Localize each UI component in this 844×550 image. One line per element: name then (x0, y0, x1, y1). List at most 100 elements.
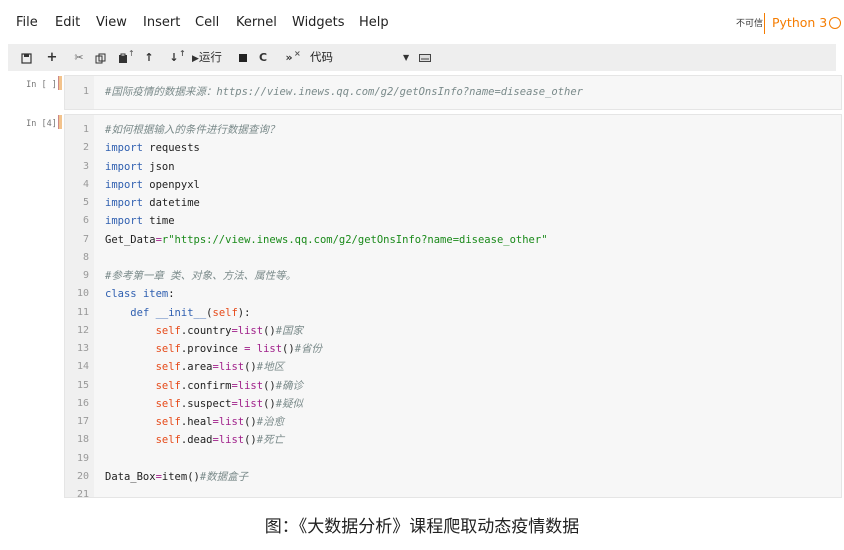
code-editor[interactable]: 1 #如何根据输入的条件进行数据查询？ 2 import requests 3 impor… (64, 114, 842, 498)
code-token: Data_Box (105, 470, 156, 483)
copy-button[interactable] (92, 48, 108, 67)
code-line[interactable]: 6 import time (65, 212, 841, 230)
line-number: 12 (76, 324, 89, 336)
menu-widgets[interactable]: Widgets (292, 15, 345, 30)
code-cell-1[interactable]: In [ ]: 1 #国际疫情的数据来源：https://view.inews.q… (8, 75, 842, 110)
code-line[interactable]: 13 self.province = list()#省份 (65, 340, 841, 358)
cell-type-select[interactable]: 代码 (310, 48, 418, 67)
insert-cell-button[interactable]: + (44, 48, 60, 67)
trust-indicator[interactable]: 不可信 (736, 16, 763, 29)
code-line[interactable]: 10 class item: (65, 285, 841, 303)
save-button[interactable] (18, 48, 34, 67)
code-token: self (155, 324, 181, 337)
menu-view[interactable]: View (96, 15, 127, 30)
save-icon (20, 52, 32, 64)
paste-hint-icon: ↑ (128, 49, 135, 58)
code-line[interactable]: 19 (65, 450, 841, 468)
code-line[interactable]: 9 #参考第一章 类、对象、方法、属性等。 (65, 267, 841, 285)
code-token: item (142, 288, 169, 301)
code-token: __init__ (155, 306, 207, 319)
code-line[interactable]: 14 self.area=list()#地区 (65, 358, 841, 376)
code-text: #如何根据输入的条件进行数据查询？ (105, 121, 279, 139)
code-token: .suspect (180, 397, 232, 410)
code-token: .area (180, 361, 213, 374)
code-line[interactable]: 20 Data_Box=item()#数据盒子 (65, 468, 841, 486)
run-label: 运行 (198, 50, 222, 64)
move-down-button[interactable]: ↓ ↑ (163, 48, 185, 67)
code-token: #数据盒子 (199, 470, 249, 483)
code-token: () (282, 343, 295, 355)
code-line[interactable]: 16 self.suspect=list()#疑似 (65, 395, 841, 413)
code-text: import json (105, 158, 175, 176)
code-token: .province (180, 343, 245, 355)
menu-edit[interactable]: Edit (55, 15, 80, 30)
code-line[interactable]: 8 (65, 249, 841, 267)
code-line[interactable]: 17 self.heal=list()#治愈 (65, 413, 841, 431)
play-icon: ▶ (192, 54, 199, 64)
code-token: self (155, 343, 181, 355)
command-palette-button[interactable] (416, 48, 434, 67)
line-number: 18 (76, 434, 89, 446)
code-line[interactable]: 12 self.country=list()#国家 (65, 322, 841, 340)
line-number: 16 (76, 397, 89, 409)
cell-prompt-marker (58, 76, 62, 90)
code-line[interactable]: 18 self.dead=list()#死亡 (65, 431, 841, 449)
code-line[interactable]: 3 import json (65, 158, 841, 176)
menu-insert[interactable]: Insert (143, 15, 180, 30)
code-text: Get_Data=r"https://view.inews.qq.com/g2/… (105, 231, 548, 249)
restart-button[interactable]: C (256, 48, 270, 67)
move-hint-icon: ↑ (179, 49, 186, 58)
restart-run-hint-icon: × (294, 49, 301, 58)
code-token: #省份 (294, 343, 323, 355)
code-token: import (105, 178, 143, 191)
code-line[interactable]: 7 Get_Data=r"https://view.inews.qq.com/g2… (65, 231, 841, 249)
code-line[interactable]: 11 def __init__(self): (65, 304, 841, 322)
scissors-icon: ✂ (74, 51, 84, 64)
code-text: self.heal=list()#治愈 (105, 413, 285, 431)
code-line[interactable]: 2 import requests (65, 139, 841, 157)
kernel-name[interactable]: Python 3 (772, 15, 827, 30)
copy-icon (95, 53, 105, 63)
code-text: import requests (105, 139, 200, 157)
code-token: #如何根据输入的条件进行数据查询？ (105, 124, 280, 136)
code-token: #参考第一章 类、对象、方法、属性等。 (105, 270, 297, 282)
line-number: 20 (76, 470, 89, 482)
keyboard-icon (419, 54, 431, 62)
line-number: 9 (82, 270, 89, 281)
code-token: list (237, 397, 264, 410)
code-token: () (244, 416, 257, 428)
cut-button[interactable]: ✂ (71, 48, 87, 67)
code-token: import (105, 142, 143, 155)
code-line[interactable]: 5 import datetime (65, 194, 841, 212)
code-line[interactable]: 15 self.confirm=list()#确诊 (65, 377, 841, 395)
code-token: #死亡 (256, 434, 285, 447)
code-token: class (105, 288, 137, 301)
code-line[interactable]: 4 import openpyxl (65, 176, 841, 194)
code-line[interactable]: 21 (65, 486, 841, 498)
code-editor[interactable]: 1 #国际疫情的数据来源：https://view.inews.qq.com/g2… (64, 75, 842, 110)
code-token: self (155, 397, 181, 410)
paste-button[interactable]: ↑ (113, 48, 135, 67)
line-number: 13 (76, 343, 89, 354)
code-cell-2[interactable]: In [4]: 1 #如何根据输入的条件进行数据查询？ 2 import reques… (8, 114, 842, 498)
line-number: 21 (76, 489, 89, 498)
menu-kernel[interactable]: Kernel (236, 15, 277, 30)
code-token: list (256, 343, 283, 355)
code-token: time (142, 215, 175, 228)
code-line[interactable]: 1 #国际疫情的数据来源：https://view.inews.qq.com/g2… (65, 83, 841, 101)
run-button[interactable]: ▶运行 (192, 48, 230, 67)
menu-file[interactable]: File (16, 15, 38, 30)
line-number: 8 (82, 251, 89, 263)
cell-prompt: In [ ]: (26, 80, 62, 90)
menu-help[interactable]: Help (359, 15, 389, 30)
figure-caption: 图：《大数据分析》课程爬取动态疫情数据 (264, 517, 580, 537)
restart-run-all-button[interactable]: » × (276, 48, 302, 67)
code-token: def (130, 306, 150, 319)
menu-cell[interactable]: Cell (195, 15, 219, 30)
line-number: 1 (82, 86, 89, 97)
code-token: #国际疫情的数据来源：https://view.inews.qq.com/g2/… (105, 86, 583, 98)
interrupt-button[interactable] (237, 48, 249, 67)
code-line[interactable]: 1 #如何根据输入的条件进行数据查询？ (65, 121, 841, 139)
move-up-button[interactable]: ↑ (142, 48, 156, 67)
code-token: .country (180, 324, 232, 337)
